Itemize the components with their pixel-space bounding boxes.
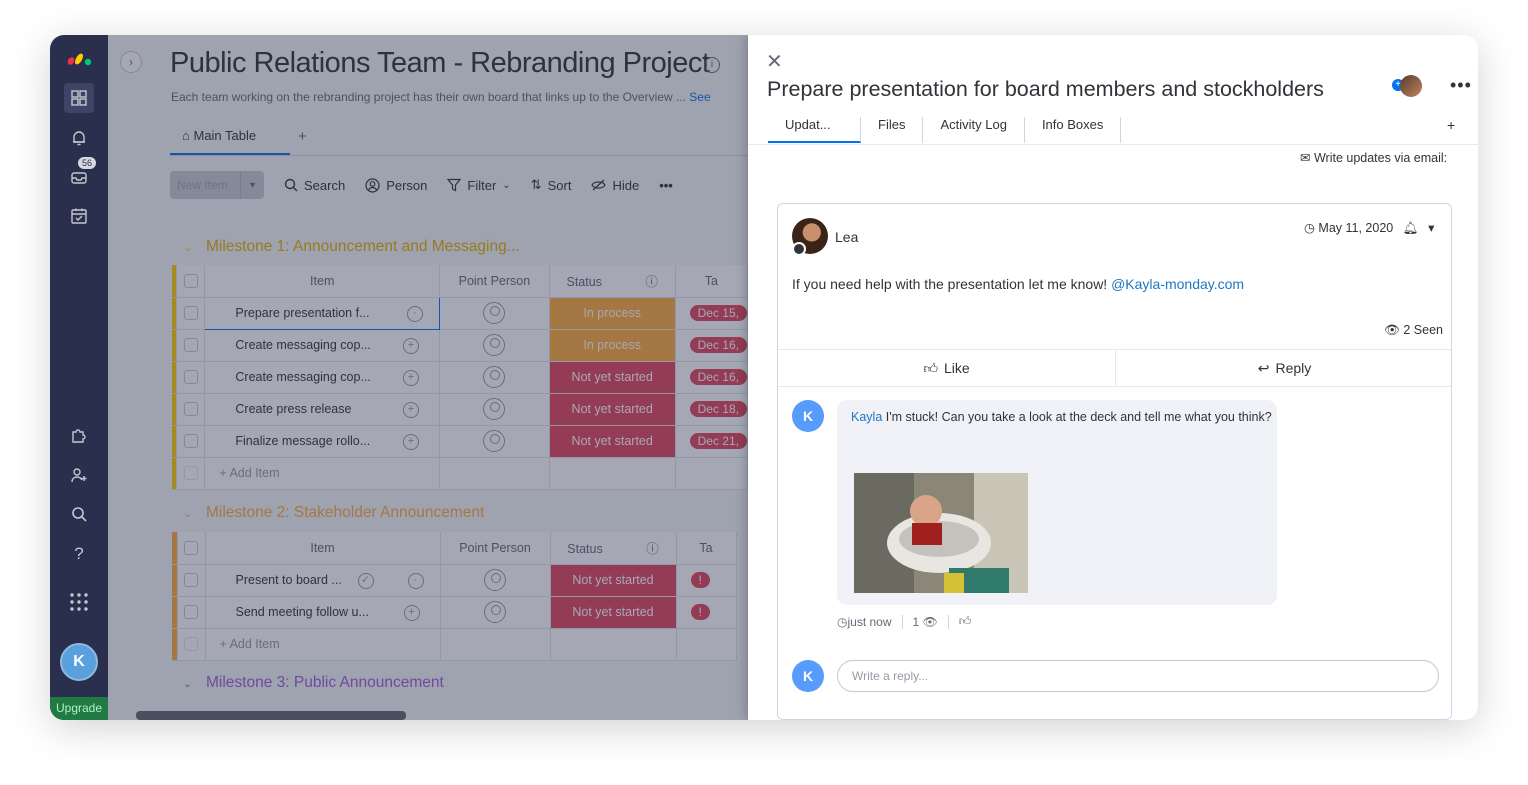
help-icon[interactable]: ? (64, 539, 94, 569)
update-card: Lea ◷ May 11, 2020 🔔︎ ▾ If you need help… (777, 203, 1452, 720)
post-text: If you need help with the presentation l… (792, 276, 1108, 292)
horizontal-scrollbar[interactable] (136, 711, 406, 720)
write-reply-input[interactable]: Write a reply... (837, 660, 1439, 692)
write-updates-via-email-label: Write updates via email: (1313, 151, 1448, 165)
reply-message: I'm stuck! Can you take a look at the de… (885, 410, 1272, 424)
mention-link[interactable]: @Kayla-monday.com (1111, 276, 1244, 292)
more-options-icon[interactable]: ••• (1450, 75, 1472, 96)
post-author[interactable]: Lea (835, 229, 858, 245)
reply-author-avatar[interactable]: K (792, 400, 824, 432)
divider (947, 614, 949, 629)
app-window: 56 ? K Upgrade › Public Relations Team -… (50, 35, 1478, 720)
like-button[interactable]: 👍︎ Like (778, 350, 1115, 386)
reply-meta: ◷just now 1 👁︎ 👍︎ (837, 614, 971, 629)
post-body: If you need help with the presentation l… (792, 276, 1244, 292)
monday-logo[interactable] (66, 47, 94, 67)
tab-activity-log[interactable]: Activity Log (923, 117, 1025, 143)
notifications-bell-icon[interactable] (64, 123, 94, 153)
integrations-puzzle-icon[interactable] (64, 420, 94, 450)
upgrade-button[interactable]: Upgrade (50, 697, 108, 720)
reply-button[interactable]: ↩ Reply (1115, 350, 1451, 386)
home-badge-icon (792, 242, 806, 256)
inbox-count-badge: 56 (78, 157, 97, 169)
subscriber-avatar[interactable] (1400, 75, 1422, 97)
my-work-calendar-icon[interactable] (64, 201, 94, 231)
divider (901, 614, 903, 629)
panel-tabs: Updat... Files Activity Log Info Boxes (768, 117, 1122, 143)
tab-files[interactable]: Files (861, 117, 924, 143)
clock-icon: ◷just now (837, 614, 892, 629)
item-detail-panel: ✕ Prepare presentation for board members… (748, 35, 1478, 720)
invite-members-icon[interactable] (64, 460, 94, 490)
eye-icon: 👁︎ (922, 614, 938, 629)
clock-icon: ◷ (1304, 221, 1315, 235)
user-avatar[interactable]: K (60, 643, 98, 681)
post-timestamp: ◷ May 11, 2020 🔔︎ ▾ (1304, 220, 1434, 236)
reply-views[interactable]: 1 👁︎ (913, 615, 938, 629)
search-icon[interactable] (64, 499, 94, 529)
reply-author[interactable]: Kayla (851, 410, 882, 424)
workspace-icon[interactable] (64, 83, 94, 113)
reply-label: Reply (1275, 360, 1312, 376)
tab-updates[interactable]: Updat... (768, 117, 861, 143)
tab-info-boxes[interactable]: Info Boxes (1025, 117, 1122, 143)
thumbs-up-icon[interactable]: 👍︎ (959, 614, 972, 629)
add-tab-button[interactable]: + (1447, 117, 1455, 133)
thumbs-up-icon: 👍︎ (923, 359, 938, 376)
attached-photo[interactable] (854, 473, 1028, 593)
close-icon[interactable]: ✕ (766, 49, 783, 74)
apps-grid-icon[interactable] (64, 587, 94, 617)
modal-overlay[interactable] (108, 35, 748, 720)
tab-divider (748, 144, 1478, 145)
like-label: Like (943, 360, 970, 376)
current-user-avatar: K (792, 660, 824, 692)
views-count: 1 (912, 614, 920, 629)
replies-section: K Kayla I'm stuck! Can you take a look a… (778, 387, 1451, 719)
reply-bubble: Kayla I'm stuck! Can you take a look at … (837, 400, 1277, 605)
write-updates-via-email-link[interactable]: ✉ Write updates via email: (1300, 150, 1447, 165)
seen-count[interactable]: 👁︎ 2 Seen (1384, 323, 1443, 338)
item-title[interactable]: Prepare presentation for board members a… (767, 77, 1324, 102)
bell-icon[interactable]: 🔔︎ (1403, 221, 1419, 235)
seen-label: 2 Seen (1403, 323, 1443, 337)
left-nav: 56 ? K Upgrade (50, 35, 108, 720)
chevron-down-icon[interactable]: ▾ (1428, 221, 1434, 235)
envelope-icon: ✉ (1300, 151, 1311, 165)
reply-arrow-icon: ↩ (1257, 359, 1270, 376)
post-date: May 11, 2020 (1318, 221, 1394, 235)
reply-time: just now (847, 614, 892, 629)
post-actions: 👍︎ Like ↩ Reply (778, 349, 1451, 387)
eye-icon: 👁︎ (1384, 323, 1400, 337)
reply-text: Kayla I'm stuck! Can you take a look at … (851, 410, 1272, 424)
